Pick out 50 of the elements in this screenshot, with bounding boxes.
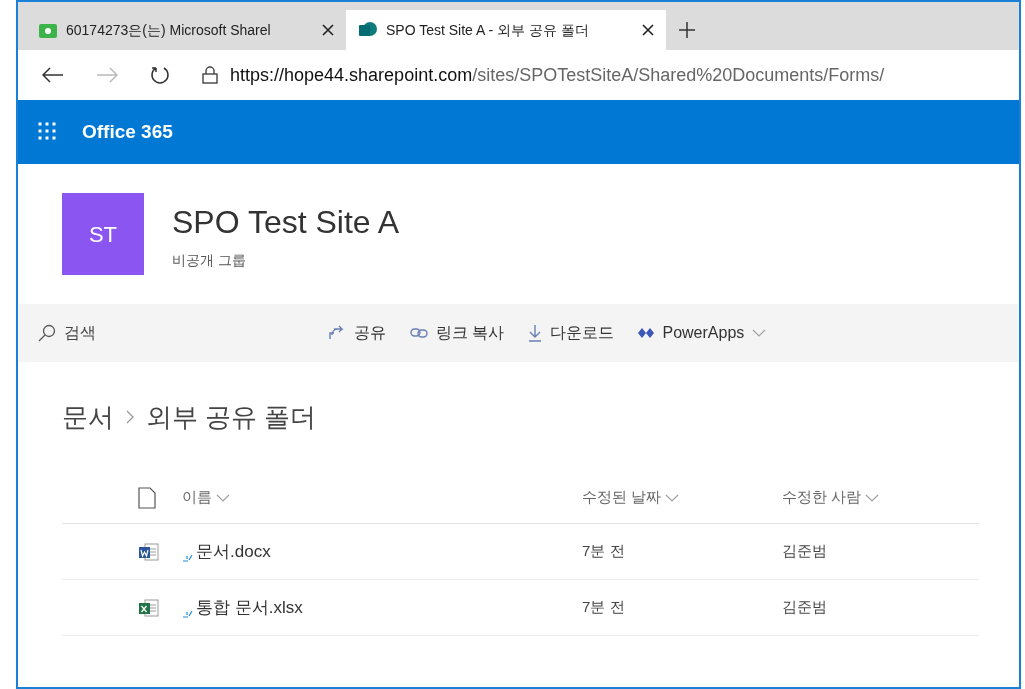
search-field[interactable]: 검색 xyxy=(38,321,328,345)
new-item-icon xyxy=(182,610,194,621)
app-title[interactable]: Office 365 xyxy=(82,117,173,147)
search-icon xyxy=(38,324,56,342)
modified-by: 김준범 xyxy=(782,541,828,562)
address-bar[interactable]: https://hope44.sharepoint.com/sites/SPOTestSiteA/Shared%20Documents/Forms/ xyxy=(202,61,995,89)
modified-by: 김준범 xyxy=(782,597,828,618)
chevron-down-icon xyxy=(752,329,767,337)
new-tab-icon[interactable] xyxy=(678,21,696,39)
site-title: SPO Test Site A xyxy=(172,202,400,242)
file-name[interactable]: 문서.docx xyxy=(196,538,271,565)
site-logo: ST xyxy=(62,193,144,275)
breadcrumb-item[interactable]: 문서 xyxy=(62,397,114,437)
refresh-icon[interactable] xyxy=(150,65,170,85)
url-text: https://hope44.sharepoint.com/sites/SPOTestSiteA/Shared%20Documents/Forms/ xyxy=(230,63,885,87)
command-button[interactable]: 링크 복사 xyxy=(410,321,505,345)
lock-icon xyxy=(202,66,218,84)
command-button[interactable]: 공유 xyxy=(328,321,386,345)
tab-title: 60174273은(는) Microsoft Sharel xyxy=(66,20,272,40)
close-icon[interactable] xyxy=(642,24,654,36)
excel-file-icon xyxy=(138,597,160,618)
link-icon xyxy=(410,327,428,339)
command-button[interactable]: 다운로드 xyxy=(528,321,615,345)
diamond-icon xyxy=(638,327,655,339)
modified-date: 7분 전 xyxy=(582,541,626,562)
app-icon xyxy=(38,21,58,39)
column-header[interactable]: 수정된 날짜 xyxy=(582,486,782,509)
download-icon xyxy=(528,324,543,342)
tab-title: SPO Test Site A - 외부 공유 폴더 xyxy=(386,20,590,40)
chevron-down-icon xyxy=(865,493,880,502)
share-icon xyxy=(328,325,346,341)
back-icon[interactable] xyxy=(42,67,64,83)
file-type-icon xyxy=(138,486,156,509)
modified-date: 7분 전 xyxy=(582,597,626,618)
command-button[interactable]: PowerApps xyxy=(638,321,767,345)
close-icon[interactable] xyxy=(322,24,334,36)
column-header[interactable]: 이름 xyxy=(182,486,582,509)
column-header[interactable]: 수정한 사람 xyxy=(782,486,979,509)
word-file-icon xyxy=(138,541,160,562)
file-name[interactable]: 통합 문서.xlsx xyxy=(196,594,303,621)
file-row[interactable]: 통합 문서.xlsx 7분 전 김준범 xyxy=(62,580,979,636)
file-row[interactable]: 문서.docx 7분 전 김준범 xyxy=(62,524,979,580)
chevron-down-icon xyxy=(665,493,680,502)
browser-tab[interactable]: SPO Test Site A - 외부 공유 폴더 xyxy=(346,10,666,50)
new-item-icon xyxy=(182,554,194,565)
breadcrumb-item: 외부 공유 폴더 xyxy=(146,400,317,434)
site-subtitle: 비공개 그룹 xyxy=(172,250,247,270)
chevron-down-icon xyxy=(216,493,230,502)
chevron-right-icon xyxy=(126,410,134,424)
app-launcher-icon[interactable] xyxy=(38,122,58,142)
